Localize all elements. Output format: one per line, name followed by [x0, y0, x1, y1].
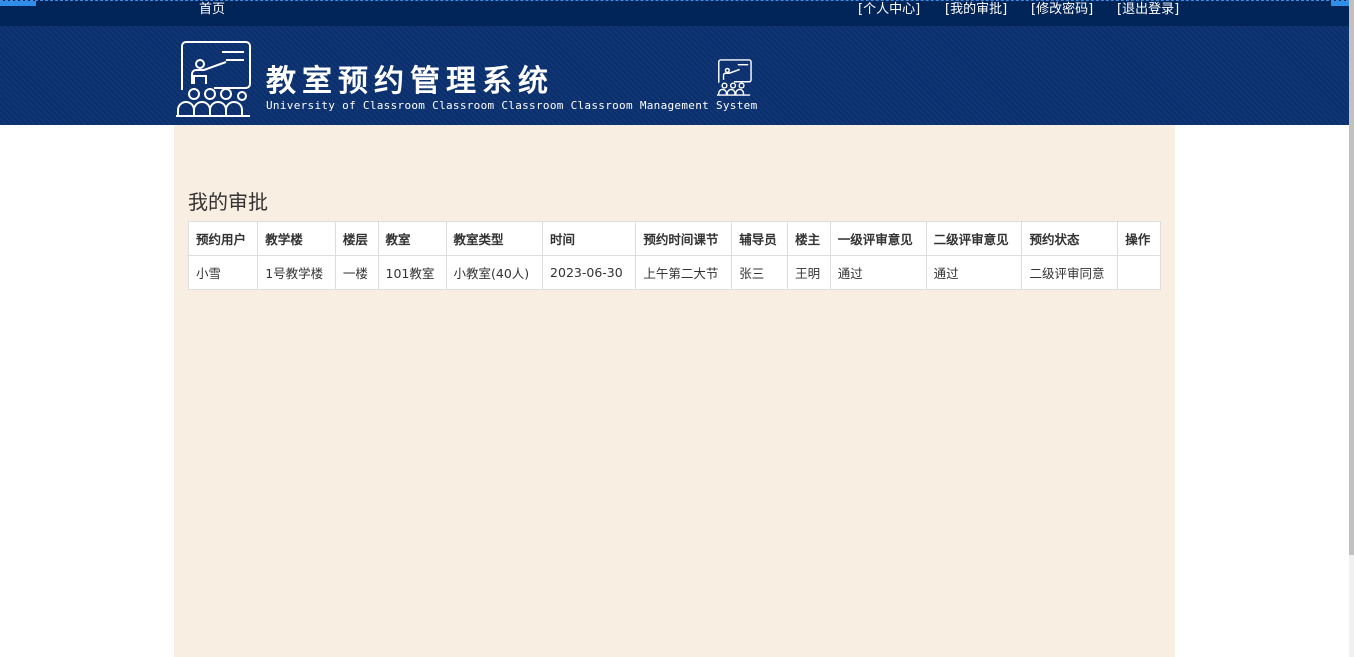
- column-header: 时间: [542, 221, 637, 256]
- column-header: 教室类型: [445, 221, 544, 256]
- page-title: 我的审批: [188, 190, 268, 214]
- nav-profile-link[interactable]: [个人中心]: [858, 1, 920, 19]
- site-subtitle: University of Classroom Classroom Classr…: [266, 99, 758, 112]
- nav-change-password-link[interactable]: [修改密码]: [1031, 1, 1093, 19]
- column-header: 预约用户: [187, 221, 259, 256]
- top-accent-right: [1331, 1, 1349, 6]
- table-cell: 王明: [787, 255, 831, 290]
- table-cell: 一楼: [334, 255, 379, 290]
- column-header: 辅导员: [731, 221, 789, 256]
- column-header: 二级评审意见: [925, 221, 1023, 256]
- top-accent-left: [0, 1, 36, 6]
- column-header: 预约状态: [1021, 221, 1119, 256]
- column-header: 楼层: [334, 221, 379, 256]
- table-cell: 101教室: [377, 255, 447, 290]
- classroom-teacher-small-icon: [716, 59, 752, 96]
- column-header: 楼主: [787, 221, 831, 256]
- row-actions-cell: [1117, 255, 1161, 290]
- table-cell: 二级评审同意: [1021, 255, 1119, 290]
- nav-logout-link[interactable]: [退出登录]: [1117, 1, 1179, 19]
- approval-table: 预约用户 教学楼 楼层 教室 教室类型 时间 预约时间课节 辅导员 楼主 一级评审意见 二级评审意见…: [187, 221, 1161, 290]
- top-nav-bar: 首页 [个人中心] [我的审批] [修改密码] [退出登录]: [0, 0, 1349, 26]
- column-header: 一级评审意见: [829, 221, 927, 256]
- table-cell: 小教室(40人): [445, 255, 544, 290]
- nav-home-link[interactable]: 首页: [199, 1, 225, 19]
- column-header: 预约时间课节: [635, 221, 733, 256]
- table-cell: 张三: [731, 255, 789, 290]
- table-cell: 小雪: [187, 255, 259, 290]
- site-title: 教室预约管理系统: [266, 64, 554, 99]
- column-header: 操作: [1117, 221, 1161, 256]
- vertical-scrollbar[interactable]: [1349, 0, 1354, 657]
- table-header-row: 预约用户 教学楼 楼层 教室 教室类型 时间 预约时间课节 辅导员 楼主 一级评审意见 二级评审意见…: [187, 221, 1161, 256]
- classroom-teacher-icon: [176, 41, 251, 117]
- table-cell: 通过: [829, 255, 927, 290]
- scrollbar-thumb[interactable]: [1349, 0, 1354, 555]
- table-row: 小雪 1号教学楼 一楼 101教室 小教室(40人) 2023-06-30 上午第二大节 张三…: [187, 255, 1161, 290]
- header-banner: 教室预约管理系统 University of Classroom Classro…: [0, 26, 1349, 125]
- table-cell: 通过: [925, 255, 1023, 290]
- table-cell: 2023-06-30: [542, 255, 637, 290]
- column-header: 教学楼: [257, 221, 336, 256]
- table-cell: 1号教学楼: [257, 255, 336, 290]
- nav-approval-link[interactable]: [我的审批]: [945, 1, 1007, 19]
- main-content: 我的审批 预约用户 教学楼 楼层 教室 教室类型 时间 预约时间课节 辅导员 楼主 一级评审意见二…: [174, 125, 1175, 657]
- column-header: 教室: [377, 221, 447, 256]
- table-cell: 上午第二大节: [635, 255, 733, 290]
